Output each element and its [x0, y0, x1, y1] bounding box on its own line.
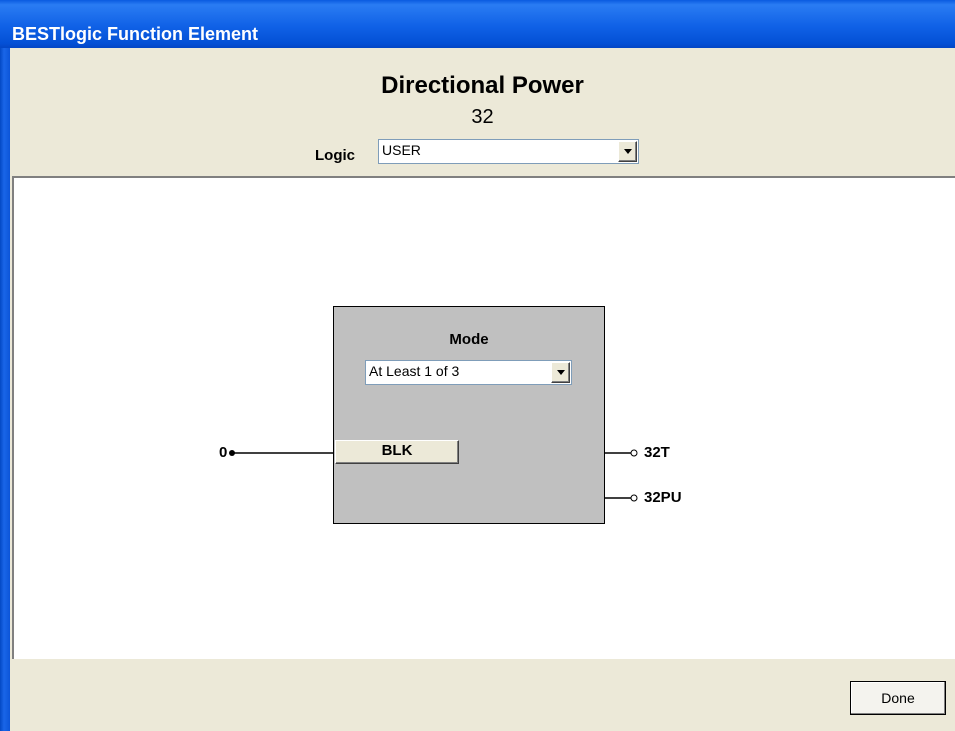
- done-button[interactable]: Done: [850, 681, 946, 715]
- output-connector-32t: [630, 449, 638, 457]
- output-connector-32pu: [630, 494, 638, 502]
- dialog-window: BESTlogic Function Element Directional P…: [0, 0, 955, 731]
- output-label-32pu: 32PU: [644, 489, 682, 506]
- footer-panel: [10, 660, 955, 731]
- input-value-label[interactable]: 0: [219, 444, 227, 461]
- connection-wires: [229, 449, 638, 502]
- input-connector-dot: [229, 450, 235, 456]
- output-label-32t: 32T: [644, 444, 670, 461]
